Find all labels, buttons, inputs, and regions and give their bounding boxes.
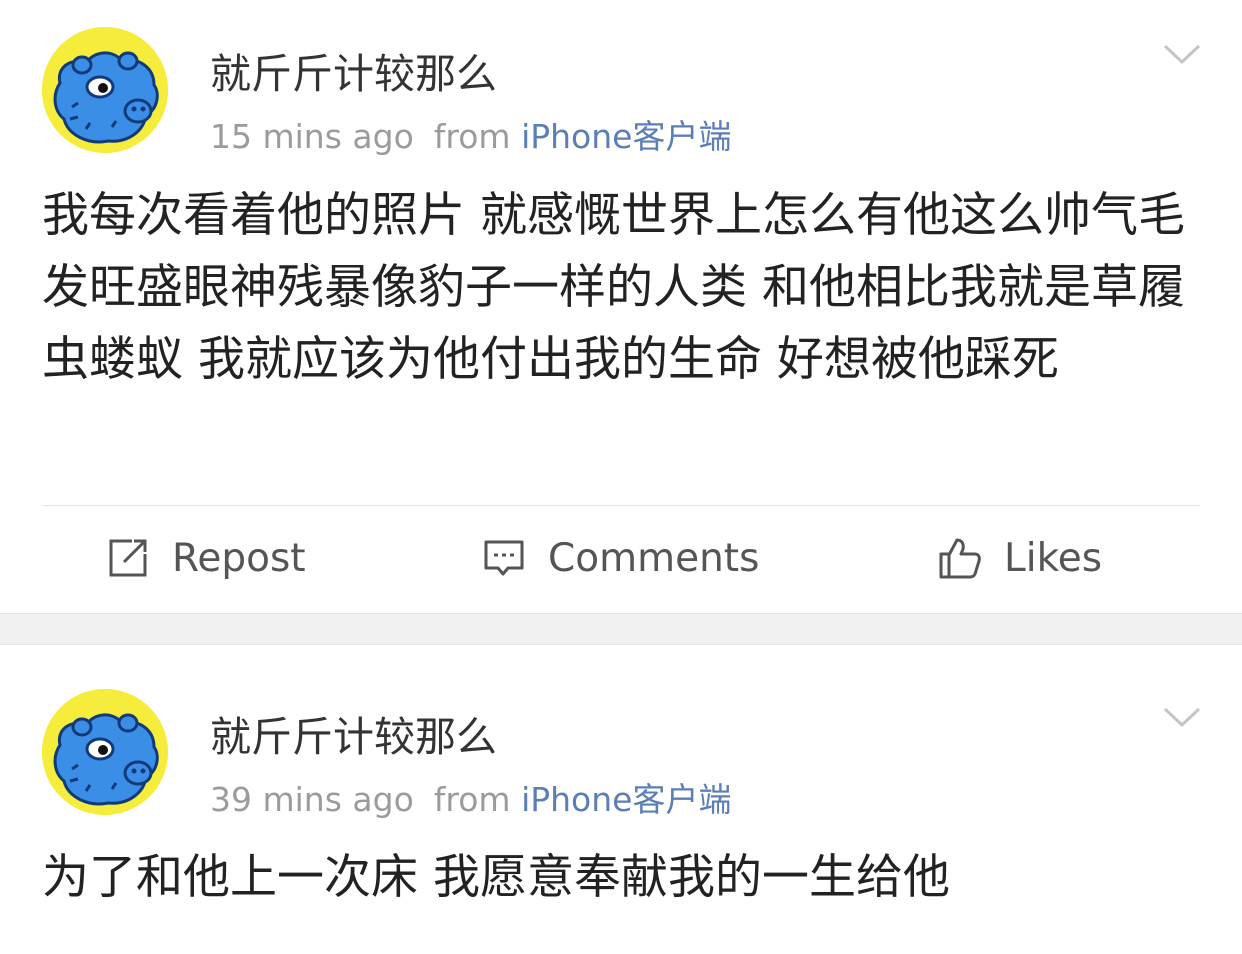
hippo-avatar-icon (42, 689, 168, 815)
avatar[interactable] (42, 689, 168, 815)
thumbs-up-icon (939, 538, 981, 579)
chevron-down-icon[interactable] (1162, 703, 1202, 733)
hippo-avatar-icon (42, 27, 168, 153)
username[interactable]: 就斤斤计较那么 (210, 703, 497, 763)
post-time: 15 mins ago (210, 117, 414, 156)
repost-label: Repost (172, 535, 306, 581)
likes-label: Likes (1004, 535, 1103, 581)
comments-label: Comments (548, 535, 760, 581)
divider (42, 505, 1200, 506)
username[interactable]: 就斤斤计较那么 (210, 40, 497, 100)
avatar[interactable] (42, 27, 168, 153)
from-label: from (433, 780, 511, 819)
likes-button[interactable]: Likes (938, 530, 1102, 586)
post-card[interactable]: 就斤斤计较那么 15 mins ago from iPhone客户端 我每次看着他… (0, 0, 1242, 613)
from-label: from (433, 117, 511, 156)
repost-icon (109, 539, 147, 577)
post-content: 为了和他上一次床 我愿意奉献我的一生给他 (42, 850, 950, 905)
post-card[interactable]: 就斤斤计较那么 39 mins ago from iPhone客户端 为了和他上一… (0, 645, 1242, 954)
post-meta: 39 mins ago from iPhone客户端 (210, 773, 731, 821)
repost-button[interactable]: Repost (106, 530, 306, 586)
post-separator (0, 613, 1242, 645)
post-content: 我每次看着他的照片 就感慨世界上怎么有他这么帅气毛发旺盛眼神残暴像豹子一样的人类… (42, 188, 1185, 387)
post-meta: 15 mins ago from iPhone客户端 (210, 110, 731, 158)
post-source-link[interactable]: iPhone客户端 (521, 117, 731, 156)
comment-icon (484, 540, 524, 576)
comments-button[interactable]: Comments (482, 530, 759, 586)
post-source-link[interactable]: iPhone客户端 (521, 780, 731, 819)
post-time: 39 mins ago (210, 780, 414, 819)
chevron-down-icon[interactable] (1162, 40, 1202, 70)
